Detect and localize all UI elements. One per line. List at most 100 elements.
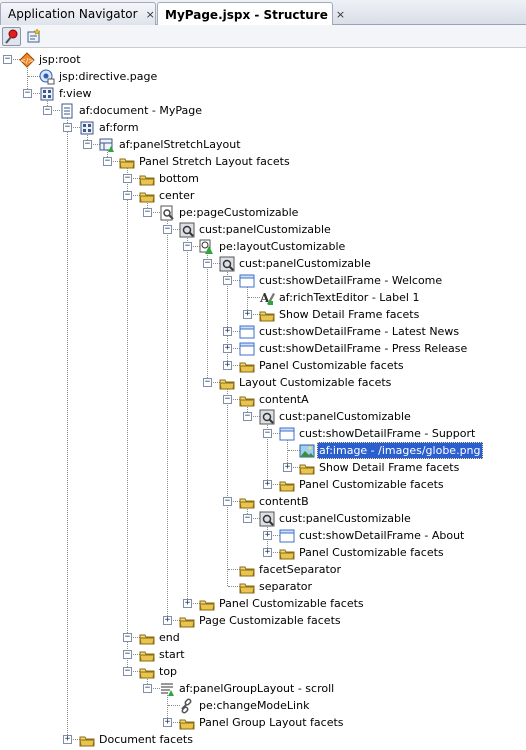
folder-icon: [279, 549, 295, 560]
tree-node-label[interactable]: af:panelStretchLayout: [117, 136, 243, 153]
component-icon: [80, 121, 94, 135]
collapse-toggle[interactable]: −: [123, 174, 132, 183]
link-icon: [181, 698, 192, 714]
tab-structure[interactable]: MyPage.jspx - Structure ×: [157, 2, 345, 26]
new-view-button[interactable]: [24, 27, 43, 46]
tree-node-label[interactable]: Show Detail Frame facets: [317, 459, 461, 476]
collapse-toggle[interactable]: −: [223, 395, 232, 404]
collapse-toggle[interactable]: −: [123, 633, 132, 642]
expand-toggle[interactable]: +: [243, 310, 252, 319]
tree-node-label[interactable]: cust:showDetailFrame - Press Release: [257, 340, 469, 357]
collapse-toggle[interactable]: −: [263, 429, 272, 438]
panel-customizable-icon: [259, 511, 275, 527]
tree-node-label[interactable]: facetSeparator: [257, 561, 343, 578]
tree-node-label[interactable]: Page Customizable facets: [197, 612, 343, 629]
collapse-toggle[interactable]: −: [23, 89, 32, 98]
close-icon[interactable]: ×: [336, 8, 345, 21]
image-icon: [299, 444, 315, 458]
expand-toggle[interactable]: +: [263, 480, 272, 489]
tree-node-label[interactable]: cust:showDetailFrame - Support: [297, 425, 477, 442]
folder-icon: [299, 464, 315, 475]
collapse-toggle[interactable]: −: [123, 667, 132, 676]
tree-node-label[interactable]: cust:panelCustomizable: [277, 408, 413, 425]
tree-node-label[interactable]: pe:pageCustomizable: [177, 204, 300, 221]
expand-toggle[interactable]: +: [223, 361, 232, 370]
tree-node-label-selected[interactable]: af:image - /images/globe.png: [317, 442, 483, 459]
tree-node-label[interactable]: contentA: [257, 391, 311, 408]
tab-application-navigator[interactable]: Application Navigator ×: [0, 2, 156, 25]
tree-connector: [187, 233, 188, 603]
tree-node-label[interactable]: cust:showDetailFrame - Welcome: [257, 272, 444, 289]
tree-node-label[interactable]: center: [157, 187, 196, 204]
tree-node-label[interactable]: af:panelGroupLayout - scroll: [177, 680, 336, 697]
collapse-toggle[interactable]: −: [203, 259, 212, 268]
tree-connector: [167, 216, 168, 620]
collapse-toggle[interactable]: −: [123, 191, 132, 200]
structure-tree[interactable]: − </> jsp:root jsp:directive.page − f:view − af…: [0, 48, 526, 750]
collapse-toggle[interactable]: −: [243, 412, 252, 421]
collapse-toggle[interactable]: −: [103, 157, 112, 166]
collapse-toggle[interactable]: −: [63, 123, 72, 132]
close-icon[interactable]: ×: [146, 8, 155, 21]
tree-node-label[interactable]: separator: [257, 578, 314, 595]
tree-node-label[interactable]: Panel Customizable facets: [217, 595, 366, 612]
tree-connector: [67, 114, 68, 739]
tree-node-label[interactable]: af:richTextEditor - Label 1: [277, 289, 421, 306]
tree-node-label[interactable]: jsp:directive.page: [57, 68, 159, 85]
expand-toggle[interactable]: +: [263, 531, 272, 540]
panel-customizable-icon: [179, 222, 195, 238]
tree-node-label[interactable]: start: [157, 646, 187, 663]
tree-node-label[interactable]: af:document - MyPage: [77, 102, 204, 119]
folder-icon: [239, 566, 255, 577]
collapse-toggle[interactable]: −: [43, 106, 52, 115]
collapse-toggle[interactable]: −: [83, 140, 92, 149]
tree-node-label[interactable]: cust:panelCustomizable: [237, 255, 373, 272]
tree-node-label[interactable]: pe:changeModeLink: [197, 697, 311, 714]
tree-node-label[interactable]: contentB: [257, 493, 311, 510]
collapse-toggle[interactable]: −: [3, 55, 12, 64]
tree-node-label[interactable]: af:form: [97, 119, 141, 136]
folder-icon: [219, 379, 235, 390]
tree-node-label[interactable]: Panel Customizable facets: [297, 476, 446, 493]
tree-node-label[interactable]: Document facets: [97, 731, 195, 748]
expand-toggle[interactable]: +: [223, 327, 232, 336]
tree-node-label[interactable]: bottom: [157, 170, 201, 187]
tree-node-label[interactable]: pe:layoutCustomizable: [217, 238, 347, 255]
tree-node-label[interactable]: Panel Customizable facets: [257, 357, 406, 374]
tree-node-label[interactable]: cust:panelCustomizable: [277, 510, 413, 527]
tree-node-label[interactable]: cust:showDetailFrame - About: [297, 527, 466, 544]
collapse-toggle[interactable]: −: [223, 276, 232, 285]
collapse-toggle[interactable]: −: [243, 514, 252, 523]
expand-toggle[interactable]: +: [283, 463, 292, 472]
tree-node-label[interactable]: Panel Group Layout facets: [197, 714, 346, 731]
tree-connector: [127, 165, 128, 671]
expand-toggle[interactable]: +: [163, 616, 172, 625]
collapse-toggle[interactable]: −: [223, 497, 232, 506]
collapse-toggle[interactable]: −: [143, 684, 152, 693]
tree-node-label[interactable]: end: [157, 629, 182, 646]
customizable-icon: [160, 205, 174, 221]
rich-text-editor-icon: A: [259, 291, 275, 305]
collapse-toggle[interactable]: −: [183, 242, 192, 251]
expand-toggle[interactable]: +: [223, 344, 232, 353]
tree-node-label[interactable]: cust:panelCustomizable: [197, 221, 333, 238]
collapse-toggle[interactable]: −: [163, 225, 172, 234]
tree-node-label[interactable]: Layout Customizable facets: [237, 374, 393, 391]
collapse-toggle[interactable]: −: [203, 378, 212, 387]
expand-toggle[interactable]: +: [183, 599, 192, 608]
expand-toggle[interactable]: +: [263, 548, 272, 557]
tree-node-label[interactable]: Panel Stretch Layout facets: [137, 153, 292, 170]
collapse-toggle[interactable]: −: [143, 208, 152, 217]
tree-node-label[interactable]: cust:showDetailFrame - Latest News: [257, 323, 461, 340]
tree-node-label[interactable]: Show Detail Frame facets: [277, 306, 421, 323]
tree-node-label[interactable]: f:view: [57, 85, 94, 102]
tree-node-label[interactable]: top: [157, 663, 179, 680]
tab-label: Application Navigator: [8, 7, 138, 21]
tree-node-label[interactable]: jsp:root: [37, 51, 83, 68]
tree-node-label[interactable]: Panel Customizable facets: [297, 544, 446, 561]
collapse-toggle[interactable]: −: [123, 650, 132, 659]
tab-label: MyPage.jspx - Structure: [165, 7, 328, 22]
expand-toggle[interactable]: +: [163, 718, 172, 727]
freeze-view-button[interactable]: [2, 27, 21, 46]
expand-toggle[interactable]: +: [63, 735, 72, 744]
